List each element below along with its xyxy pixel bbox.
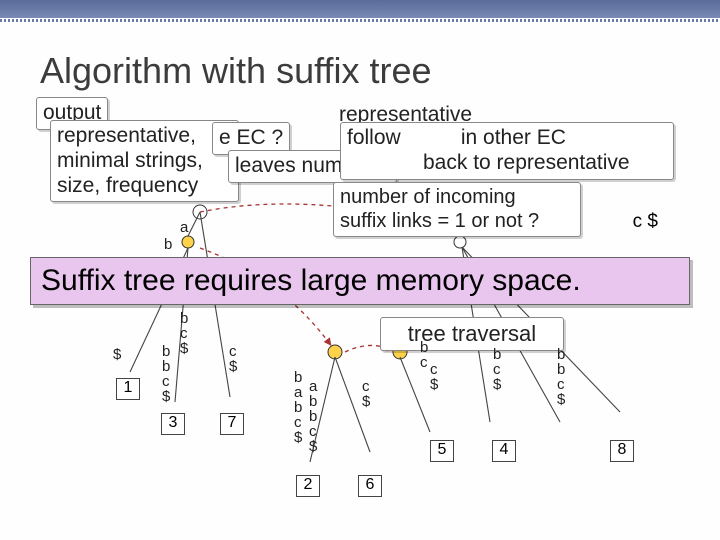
edge-bc-3b: b c $ [180,311,188,356]
edge-bbc-8: b b c $ [557,347,565,407]
leaf-7: 7 [220,413,244,435]
leaf-3: 3 [161,413,185,435]
leaf-5: 5 [430,440,454,462]
leaf-6: 6 [358,475,382,497]
leaf-1: 1 [116,378,140,400]
output-line3: size, frequency [57,174,198,197]
representative-body-box: follow in other EC back to representativ… [340,122,674,180]
output-body-box: representative, minimal strings, size, f… [50,120,239,202]
rep-other-ec: in other EC [461,126,566,151]
edge-b-root: b [164,237,172,252]
edge-cd-7: c $ [229,344,237,374]
output-line2: minimal strings, [57,149,203,172]
edge-abbc-2b: a b b c $ [309,379,317,454]
tree-traversal-box: tree traversal [380,317,564,351]
edge-cd-6: c $ [362,379,370,409]
question-incoming-box: number of incoming suffix links = 1 or n… [333,182,581,237]
leaf-2: 2 [296,475,320,497]
banner-memory: Suffix tree requires large memory space. [30,257,690,305]
edge-bcd-4: b c $ [493,347,501,392]
leaf-4: 4 [492,440,516,462]
rep-follow: follow [347,126,427,151]
edge-cd-5: c $ [430,362,438,392]
output-line1: representative, [57,124,196,147]
edge-dollar-1: $ [113,347,121,362]
leaf-8: 8 [610,440,634,462]
incoming-line1: number of incoming [340,186,516,208]
edge-c-dollar: c $ [633,211,658,233]
edge-bab-2: b a b c $ [294,370,302,445]
incoming-line2: suffix links = 1 or not ? [340,210,539,232]
rep-back: back to representative [423,151,630,174]
edge-bc-5b: b c [420,340,428,370]
edge-bbc-3: b b c $ [162,344,170,404]
edge-a: a [180,220,188,235]
